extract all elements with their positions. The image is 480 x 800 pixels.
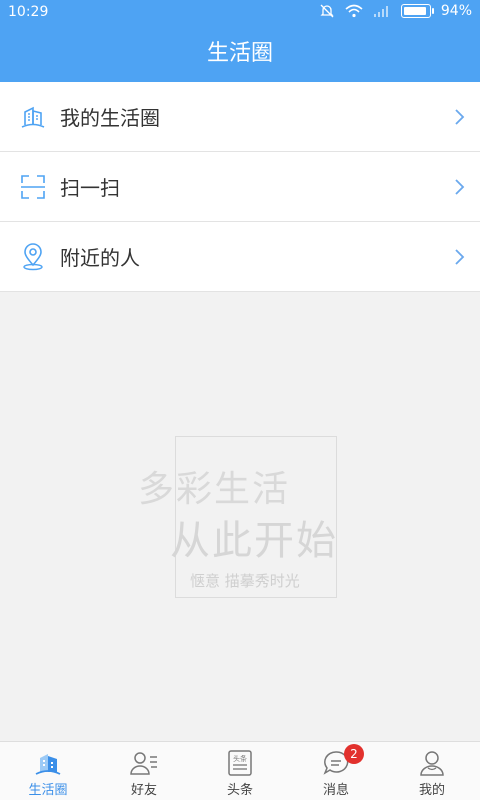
wifi-icon [345, 4, 363, 18]
menu-item-label: 附近的人 [60, 246, 140, 270]
news-icon: 头条 [228, 750, 252, 776]
battery-icon [400, 4, 434, 18]
menu-item-nearby[interactable]: 附近的人 [0, 222, 480, 292]
chevron-right-icon [455, 179, 465, 195]
scan-icon [21, 174, 45, 199]
tab-label: 头条 [226, 783, 253, 798]
status-time: 10:29 [8, 4, 49, 20]
tab-label: 消息 [322, 783, 349, 798]
menu-item-my-circle[interactable]: 我的生活圈 [0, 82, 480, 152]
contacts-icon [130, 752, 157, 775]
tab-messages[interactable]: 2 消息 [288, 742, 384, 800]
signal-icon [373, 6, 388, 17]
slogan-watermark: 多彩生活 从此开始 惬意 描摹秀时光 [130, 430, 350, 600]
news-icon-text: 头条 [233, 754, 247, 763]
battery-percent: 94% [440, 3, 472, 19]
chevron-right-icon [455, 249, 465, 265]
tab-headlines[interactable]: 头条 头条 [192, 742, 288, 800]
tab-friends[interactable]: 好友 [96, 742, 192, 800]
page-title: 生活圈 [0, 26, 480, 82]
status-bar: 10:29 94% [0, 0, 480, 26]
user-icon [420, 751, 444, 776]
tab-life-circle[interactable]: 生活圈 [0, 742, 96, 800]
menu-item-label: 我的生活圈 [60, 106, 160, 130]
tab-label: 生活圈 [28, 783, 68, 798]
watermark-line-2: 从此开始 [170, 518, 338, 564]
tab-label: 好友 [130, 783, 157, 798]
chevron-right-icon [455, 109, 465, 125]
mute-bell-icon [320, 4, 334, 18]
unread-badge: 2 [344, 744, 364, 764]
location-pin-icon [23, 242, 43, 270]
menu-item-scan[interactable]: 扫一扫 [0, 152, 480, 222]
bottom-tab-bar: 生活圈 好友 头条 头条 2 消息 我的 [0, 741, 480, 800]
status-icons: 94% [319, 3, 472, 19]
tab-me[interactable]: 我的 [384, 742, 480, 800]
building-icon [35, 754, 61, 775]
menu-list: 我的生活圈 扫一扫 附近的人 [0, 82, 480, 292]
watermark-line-3: 惬意 描摹秀时光 [190, 572, 300, 590]
tab-label: 我的 [418, 783, 445, 798]
menu-item-label: 扫一扫 [60, 176, 120, 200]
watermark-line-1: 多彩生活 [138, 469, 291, 510]
building-icon [21, 106, 45, 128]
